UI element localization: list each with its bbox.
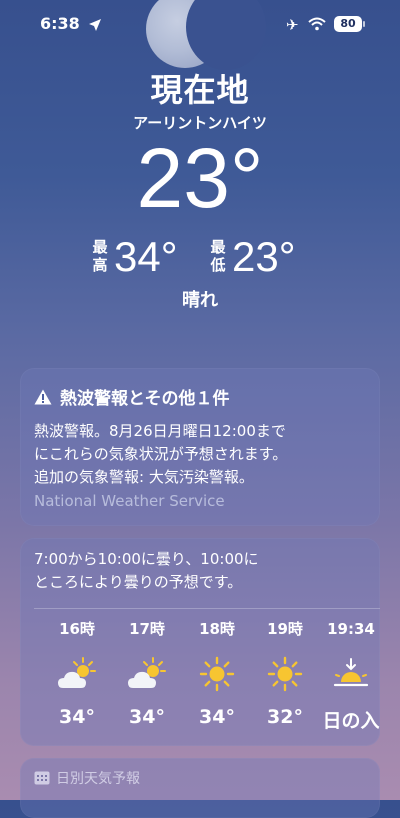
sunset-icon xyxy=(316,654,386,694)
summary-line: ところにより曇りの予想です。 xyxy=(34,573,243,591)
divider xyxy=(34,608,380,609)
alert-line: 追加の気象警報: 大気汚染警報。 xyxy=(34,468,254,486)
weather-alert-card[interactable]: 熱波警報とその他１件 熱波警報。8月26日月曜日12:00まで にこれらの気象状… xyxy=(20,368,380,526)
low-label: 最低 xyxy=(210,238,226,274)
weather-condition: 晴れ xyxy=(182,290,218,311)
location-arrow-icon xyxy=(89,19,101,31)
daily-forecast-label: 日別天気予報 xyxy=(56,771,140,787)
hourly-forecast-card[interactable]: 7:00から10:00に曇り、10:00に ところにより曇りの予想です。 16時… xyxy=(20,538,380,746)
high-value: 34° xyxy=(114,233,178,280)
hour-time: 19時 xyxy=(267,620,303,638)
hour-temp: 34° xyxy=(59,706,95,728)
battery-indicator: 80 xyxy=(334,16,362,32)
alert-body: 熱波警報。8月26日月曜日12:00まで にこれらの気象状況が予想されます。 追… xyxy=(34,420,370,489)
high-label: 最高 xyxy=(92,238,108,274)
location-title: 現在地 xyxy=(150,71,250,109)
wifi-icon xyxy=(308,17,326,31)
hour-item: 19時 32° xyxy=(250,618,320,728)
alert-line: にこれらの気象状況が予想されます。 xyxy=(34,445,288,463)
high-low-temperatures: 最高 34° 最低 23° xyxy=(0,232,400,282)
hour-temp: 34° xyxy=(129,706,165,728)
alert-title-row: 熱波警報とその他１件 xyxy=(34,384,230,409)
hourly-summary: 7:00から10:00に曇り、10:00に ところにより曇りの予想です。 xyxy=(34,548,370,594)
hour-time: 16時 xyxy=(59,620,95,638)
location-header: 現在地 アーリントンハイツ 23° xyxy=(0,70,400,223)
hour-item: 18時 34° xyxy=(182,618,252,728)
hour-item: 17時 34° xyxy=(112,618,182,728)
hour-time: 18時 xyxy=(199,620,235,638)
summary-line: 7:00から10:00に曇り、10:00に xyxy=(34,550,259,568)
low-value: 23° xyxy=(232,233,296,280)
battery-cap xyxy=(363,21,365,27)
hour-temp: 34° xyxy=(199,706,235,728)
sun-icon xyxy=(250,654,320,694)
partly-cloudy-icon xyxy=(112,654,182,694)
hourly-list[interactable]: 16時 34° 17時 34° 18時 34° 19時 32° 19:34 日の… xyxy=(20,618,380,738)
current-temperature: 23° xyxy=(136,131,264,225)
daily-forecast-card[interactable]: 日別天気予報 xyxy=(20,758,380,818)
location-subtitle: アーリントンハイツ xyxy=(133,114,267,132)
airplane-mode-icon: ✈ xyxy=(286,16,299,34)
alert-source: National Weather Service xyxy=(34,492,225,510)
calendar-icon xyxy=(34,771,50,785)
hour-time: 17時 xyxy=(129,620,165,638)
status-time: 6:38 xyxy=(40,14,80,33)
partly-cloudy-icon xyxy=(42,654,112,694)
daily-header: 日別天気予報 xyxy=(34,768,140,788)
warning-icon xyxy=(34,389,52,404)
hour-item: 19:34 日の入 xyxy=(316,618,386,733)
sun-icon xyxy=(182,654,252,694)
hour-temp: 日の入 xyxy=(322,710,380,732)
status-bar: 6:38 ✈ 80 xyxy=(0,14,400,38)
hour-time: 19:34 xyxy=(327,620,375,638)
hour-temp: 32° xyxy=(267,706,303,728)
alert-title: 熱波警報とその他１件 xyxy=(60,389,230,409)
hour-item: 16時 34° xyxy=(42,618,112,728)
alert-line: 熱波警報。8月26日月曜日12:00まで xyxy=(34,422,286,440)
